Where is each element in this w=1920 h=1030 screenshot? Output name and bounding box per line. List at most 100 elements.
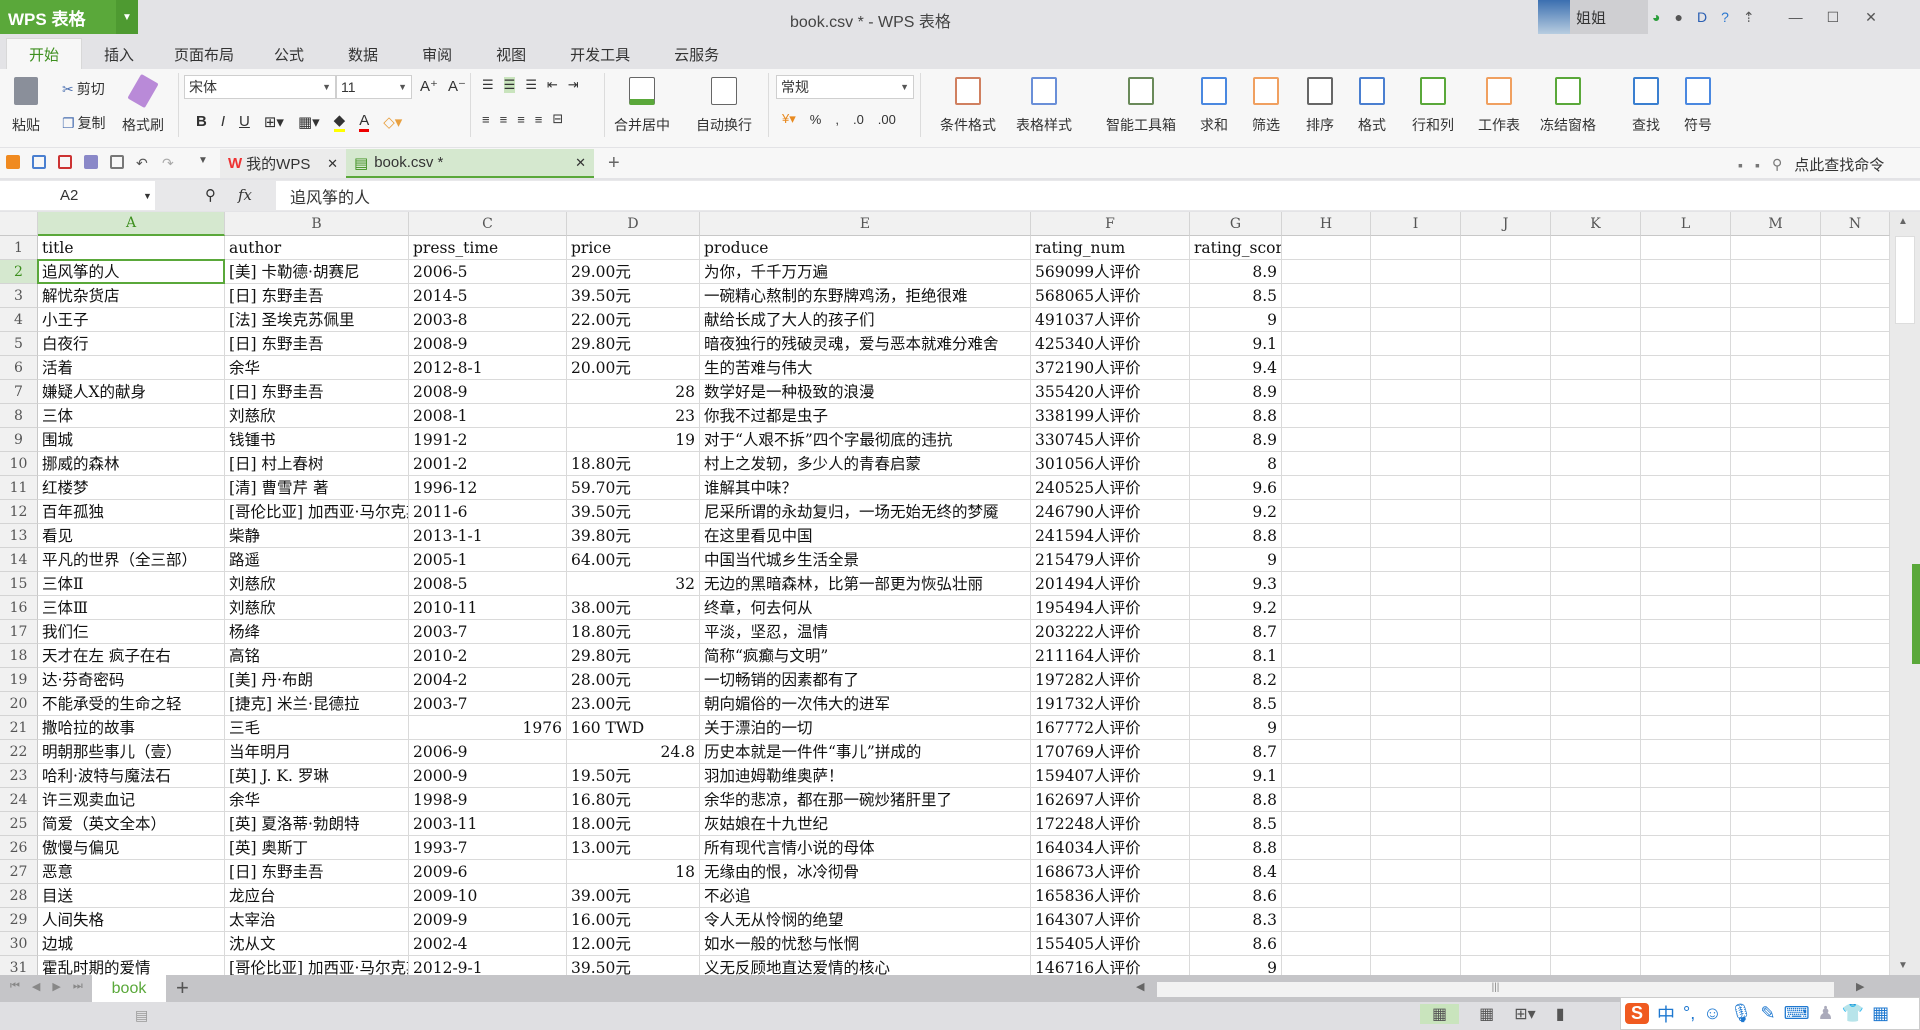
ime-punctuation[interactable]: °, (1683, 1003, 1695, 1024)
cell-F14[interactable]: 215479人评价 (1031, 548, 1190, 572)
cell-L28[interactable] (1641, 884, 1731, 908)
cell-L2[interactable] (1641, 260, 1731, 284)
zoom-formula-icon[interactable]: ⚲ (205, 186, 216, 204)
cell-D17[interactable]: 18.80元 (567, 620, 700, 644)
cell-N26[interactable] (1821, 836, 1890, 860)
align-top-icon[interactable]: ☰ (482, 77, 494, 93)
cell-F25[interactable]: 172248人评价 (1031, 812, 1190, 836)
cell-style-icon[interactable]: ▦▾ (298, 113, 320, 131)
chevron-down-icon[interactable]: ▼ (116, 0, 138, 34)
cell-K4[interactable] (1551, 308, 1641, 332)
cell-B18[interactable]: 高铭 (225, 644, 409, 668)
cell-C9[interactable]: 1991-2 (409, 428, 567, 452)
cell-B24[interactable]: 余华 (225, 788, 409, 812)
cell-C22[interactable]: 2006-9 (409, 740, 567, 764)
cell-L1[interactable] (1641, 236, 1731, 260)
font-color-icon[interactable]: A (359, 112, 370, 132)
cell-L29[interactable] (1641, 908, 1731, 932)
column-header-L[interactable]: L (1641, 212, 1731, 236)
cell-N5[interactable] (1821, 332, 1890, 356)
close-tab-icon[interactable]: ✕ (575, 155, 586, 171)
cell-D6[interactable]: 20.00元 (567, 356, 700, 380)
cell-E15[interactable]: 无边的黑暗森林，比第一部更为恢弘壮丽 (700, 572, 1031, 596)
cell-K20[interactable] (1551, 692, 1641, 716)
cell-N1[interactable] (1821, 236, 1890, 260)
cell-E21[interactable]: 关于漂泊的一切 (700, 716, 1031, 740)
column-header-B[interactable]: B (225, 212, 409, 236)
cell-J14[interactable] (1461, 548, 1551, 572)
pin-icon[interactable]: ▪ (1738, 157, 1743, 173)
cell-G23[interactable]: 9.1 (1190, 764, 1282, 788)
row-header[interactable]: 6 (0, 356, 38, 380)
first-sheet-icon[interactable]: ⏮ (10, 980, 20, 993)
cell-G15[interactable]: 9.3 (1190, 572, 1282, 596)
cell-L19[interactable] (1641, 668, 1731, 692)
tab-5[interactable]: 审阅 (400, 38, 474, 70)
cell-I2[interactable] (1371, 260, 1461, 284)
cell-A28[interactable]: 目送 (38, 884, 225, 908)
merge-center-button[interactable]: 合并居中 (614, 69, 670, 135)
cell-N12[interactable] (1821, 500, 1890, 524)
cell-C18[interactable]: 2010-2 (409, 644, 567, 668)
cell-G8[interactable]: 8.8 (1190, 404, 1282, 428)
cell-B9[interactable]: 钱锺书 (225, 428, 409, 452)
cell-E7[interactable]: 数学好是一种极致的浪漫 (700, 380, 1031, 404)
cell-N23[interactable] (1821, 764, 1890, 788)
align-left-icon[interactable]: ≡ (482, 112, 490, 127)
cell-E27[interactable]: 无缘由的恨，冰冷彻骨 (700, 860, 1031, 884)
cell-G31[interactable]: 9 (1190, 956, 1282, 975)
cell-B13[interactable]: 柴静 (225, 524, 409, 548)
cell-E17[interactable]: 平淡，坚忍，温情 (700, 620, 1031, 644)
cell-A29[interactable]: 人间失格 (38, 908, 225, 932)
cell-H9[interactable] (1282, 428, 1371, 452)
cell-C29[interactable]: 2009-9 (409, 908, 567, 932)
cell-C25[interactable]: 2003-11 (409, 812, 567, 836)
cell-D19[interactable]: 28.00元 (567, 668, 700, 692)
cell-F20[interactable]: 191732人评价 (1031, 692, 1190, 716)
cell-F5[interactable]: 425340人评价 (1031, 332, 1190, 356)
cell-N3[interactable] (1821, 284, 1890, 308)
cell-C27[interactable]: 2009-6 (409, 860, 567, 884)
cell-F4[interactable]: 491037人评价 (1031, 308, 1190, 332)
cell-H27[interactable] (1282, 860, 1371, 884)
cell-J23[interactable] (1461, 764, 1551, 788)
cell-L15[interactable] (1641, 572, 1731, 596)
cell-B16[interactable]: 刘慈欣 (225, 596, 409, 620)
cell-G13[interactable]: 8.8 (1190, 524, 1282, 548)
currency-icon[interactable]: ¥▾ (782, 111, 796, 127)
cell-E26[interactable]: 所有现代言情小说的母体 (700, 836, 1031, 860)
ribbon-button-10[interactable]: 查找 (1632, 69, 1660, 135)
print-preview-icon[interactable] (110, 155, 124, 169)
row-header[interactable]: 12 (0, 500, 38, 524)
cell-C26[interactable]: 1993-7 (409, 836, 567, 860)
row-header[interactable]: 20 (0, 692, 38, 716)
cell-I19[interactable] (1371, 668, 1461, 692)
ime-mode[interactable]: 中 (1657, 1001, 1675, 1027)
cell-D9[interactable]: 19 (567, 428, 700, 452)
cell-A3[interactable]: 解忧杂货店 (38, 284, 225, 308)
cell-L30[interactable] (1641, 932, 1731, 956)
column-header-E[interactable]: E (700, 212, 1031, 236)
cell-A2[interactable]: 追风筝的人 (38, 260, 225, 284)
cell-C5[interactable]: 2008-9 (409, 332, 567, 356)
cell-F28[interactable]: 165836人评价 (1031, 884, 1190, 908)
cell-E29[interactable]: 令人无从怜悯的绝望 (700, 908, 1031, 932)
cell-G7[interactable]: 8.9 (1190, 380, 1282, 404)
cell-J21[interactable] (1461, 716, 1551, 740)
row-header[interactable]: 1 (0, 236, 38, 260)
column-header-N[interactable]: N (1821, 212, 1890, 236)
row-header[interactable]: 8 (0, 404, 38, 428)
cell-C6[interactable]: 2012-8-1 (409, 356, 567, 380)
page-break-view-icon[interactable]: ▦ (1479, 1004, 1494, 1024)
cell-B14[interactable]: 路遥 (225, 548, 409, 572)
cell-G19[interactable]: 8.2 (1190, 668, 1282, 692)
column-header-H[interactable]: H (1282, 212, 1371, 236)
cell-G14[interactable]: 9 (1190, 548, 1282, 572)
cell-M18[interactable] (1731, 644, 1821, 668)
cell-J31[interactable] (1461, 956, 1551, 975)
cell-C2[interactable]: 2006-5 (409, 260, 567, 284)
cell-B12[interactable]: [哥伦比亚] 加西亚·马尔克斯 (225, 500, 409, 524)
cell-H18[interactable] (1282, 644, 1371, 668)
cell-E11[interactable]: 谁解其中味？ (700, 476, 1031, 500)
cell-C15[interactable]: 2008-5 (409, 572, 567, 596)
